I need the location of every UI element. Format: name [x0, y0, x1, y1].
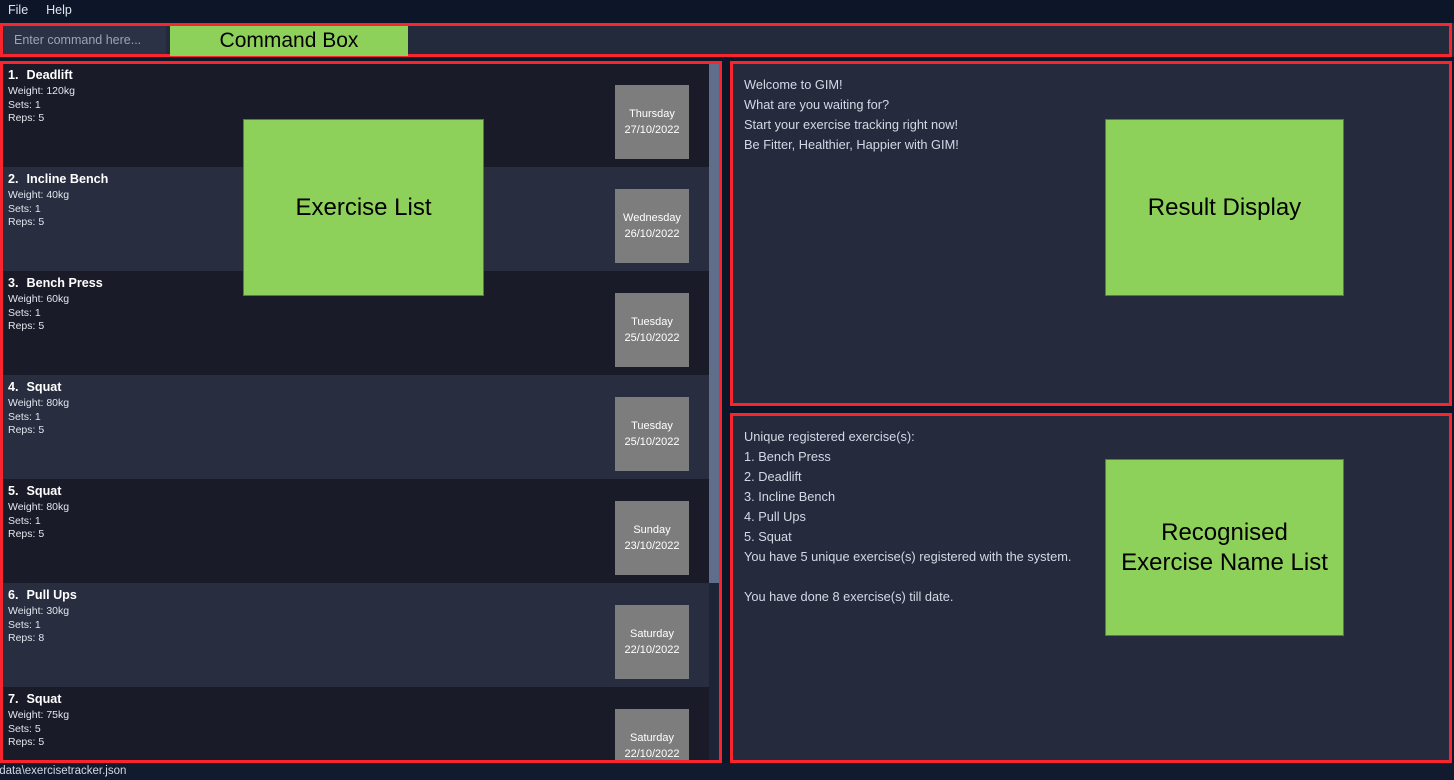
exercise-date: 22/10/2022	[624, 644, 680, 656]
exercise-date-badge: Thursday 27/10/2022	[615, 85, 689, 159]
exercise-weight: Weight: 80kg	[8, 501, 70, 513]
exercise-sets: Sets: 1	[8, 306, 41, 319]
exercise-name: Squat	[26, 692, 62, 706]
names-line: 2. Deadlift	[744, 469, 802, 484]
result-line: What are you waiting for?	[744, 97, 890, 112]
status-file-path: \data\exercisetracker.json	[0, 765, 127, 777]
exercise-card[interactable]: 7. Squat Weight: 75kg Sets: 5 Reps: 5 Sa…	[2, 687, 720, 760]
exercise-index: 1.	[8, 68, 19, 82]
exercise-name: Incline Bench	[26, 172, 109, 186]
exercise-weight: Weight: 80kg	[8, 397, 70, 409]
result-display: Welcome to GIM! What are you waiting for…	[732, 63, 1452, 404]
scrollbar-thumb[interactable]	[709, 63, 720, 583]
exercise-reps: Reps: 5	[8, 528, 45, 540]
result-line: Welcome to GIM!	[744, 77, 843, 92]
exercise-card[interactable]: 4. Squat Weight: 80kg Sets: 1 Reps: 5 Tu…	[2, 375, 720, 479]
exercise-index: 7.	[8, 692, 19, 706]
exercise-sets: Sets: 1	[8, 618, 41, 631]
exercise-list-scrollbar[interactable]	[709, 63, 720, 760]
exercise-day: Sunday	[633, 524, 671, 536]
exercise-sets: Sets: 1	[8, 410, 41, 423]
menu-item-file[interactable]: File	[8, 0, 28, 20]
status-bar: \data\exercisetracker.json	[0, 763, 1454, 780]
exercise-sets: Sets: 5	[8, 722, 41, 735]
exercise-name: Pull Ups	[26, 588, 77, 602]
exercise-weight: Weight: 30kg	[8, 605, 70, 617]
exercise-index: 4.	[8, 380, 19, 394]
annotation-label-names-list: Recognised Exercise Name List	[1105, 459, 1344, 636]
exercise-date: 25/10/2022	[624, 332, 680, 344]
exercise-date-badge: Sunday 23/10/2022	[615, 501, 689, 575]
exercise-day: Thursday	[629, 108, 675, 120]
annotation-label-result-display: Result Display	[1105, 119, 1344, 296]
exercise-title: 6. Pull Ups	[8, 588, 720, 602]
annotation-label-exercise-list: Exercise List	[243, 119, 484, 296]
exercise-date: 27/10/2022	[624, 124, 680, 136]
exercise-title: 7. Squat	[8, 692, 720, 706]
exercise-date: 25/10/2022	[624, 436, 680, 448]
exercise-name: Deadlift	[26, 68, 73, 82]
exercise-day: Saturday	[629, 628, 675, 640]
exercise-reps: Reps: 5	[8, 320, 45, 332]
exercise-sets: Sets: 1	[8, 98, 41, 111]
exercise-date-badge: Saturday 22/10/2022	[615, 709, 689, 760]
result-line: Be Fitter, Healthier, Happier with GIM!	[744, 137, 959, 152]
exercise-index: 6.	[8, 588, 19, 602]
exercise-reps: Reps: 8	[8, 632, 45, 644]
exercise-day: Saturday	[629, 732, 675, 744]
exercise-reps: Reps: 5	[8, 424, 45, 436]
exercise-title: 5. Squat	[8, 484, 720, 498]
names-line-blank	[744, 567, 1452, 587]
result-line: Start your exercise tracking right now!	[744, 117, 959, 132]
names-line: You have 5 unique exercise(s) registered…	[744, 549, 1072, 564]
names-line: Unique registered exercise(s):	[744, 429, 915, 444]
exercise-name: Squat	[26, 380, 62, 394]
menu-bar: File Help	[0, 0, 1454, 20]
names-line: 3. Incline Bench	[744, 489, 836, 504]
exercise-date-badge: Saturday 22/10/2022	[615, 605, 689, 679]
exercise-card[interactable]: 5. Squat Weight: 80kg Sets: 1 Reps: 5 Su…	[2, 479, 720, 583]
exercise-sets: Sets: 1	[8, 514, 41, 527]
exercise-date: 23/10/2022	[624, 540, 680, 552]
exercise-date-badge: Tuesday 25/10/2022	[615, 293, 689, 367]
names-line: 4. Pull Ups	[744, 509, 806, 524]
names-line: 5. Squat	[744, 529, 792, 544]
exercise-day: Tuesday	[631, 316, 673, 328]
recognised-exercise-name-list: Unique registered exercise(s): 1. Bench …	[732, 415, 1452, 760]
command-input[interactable]	[4, 26, 166, 54]
names-line: You have done 8 exercise(s) till date.	[744, 589, 954, 604]
exercise-date: 22/10/2022	[624, 748, 680, 760]
exercise-index: 5.	[8, 484, 19, 498]
exercise-index: 2.	[8, 172, 19, 186]
exercise-date-badge: Tuesday 25/10/2022	[615, 397, 689, 471]
exercise-weight: Weight: 120kg	[8, 85, 75, 97]
menu-item-help[interactable]: Help	[46, 0, 72, 20]
annotation-label-names-line1: Recognised	[1161, 518, 1288, 546]
exercise-name: Squat	[26, 484, 62, 498]
exercise-title: 1. Deadlift	[8, 68, 720, 82]
annotation-label-command-box: Command Box	[170, 26, 408, 56]
exercise-title: 4. Squat	[8, 380, 720, 394]
exercise-card[interactable]: 6. Pull Ups Weight: 30kg Sets: 1 Reps: 8…	[2, 583, 720, 687]
exercise-index: 3.	[8, 276, 19, 290]
annotation-label-names-line2: Exercise Name List	[1121, 548, 1328, 576]
exercise-weight: Weight: 75kg	[8, 709, 70, 721]
exercise-date-badge: Wednesday 26/10/2022	[615, 189, 689, 263]
exercise-reps: Reps: 5	[8, 736, 45, 748]
names-line: 1. Bench Press	[744, 449, 831, 464]
exercise-day: Wednesday	[623, 212, 681, 224]
exercise-date: 26/10/2022	[624, 228, 680, 240]
exercise-name: Bench Press	[26, 276, 103, 290]
exercise-day: Tuesday	[631, 420, 673, 432]
